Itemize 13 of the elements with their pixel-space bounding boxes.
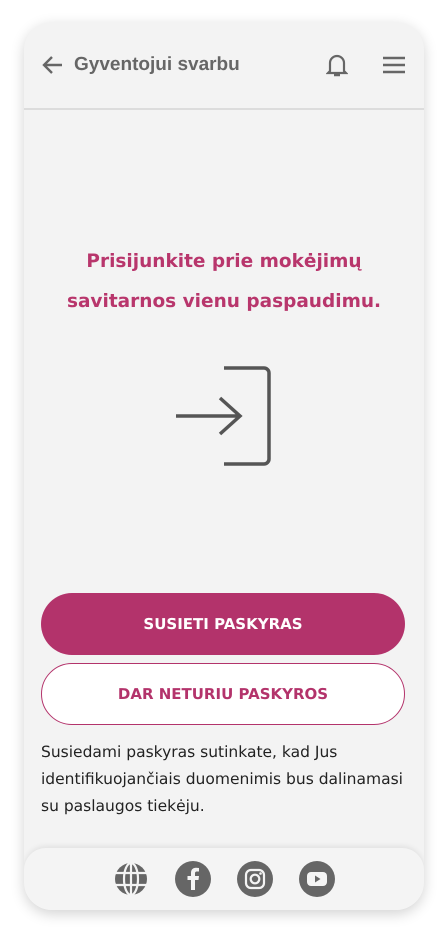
page-title: Gyventojui svarbu (74, 52, 241, 77)
menu-icon[interactable] (382, 55, 406, 75)
play-icon[interactable] (299, 861, 335, 897)
headline: Prisijunkite prie mokėjimų savitarnos vienu paspaudimu. (66, 250, 382, 314)
facebook-icon[interactable] (175, 861, 211, 897)
link-accounts-button[interactable]: SUSIETI PASKYRAS (41, 593, 405, 655)
globe-icon[interactable] (113, 861, 149, 897)
back-icon[interactable] (42, 54, 64, 76)
consent-text: Susiedami paskyras sutinkate, kad Jus identifikuojančiais duomenimis bus dalinamasi su paslaugos tiekėju. (41, 742, 404, 817)
no-account-button[interactable]: DAR NETURIU PASKYROS (41, 663, 405, 725)
login-icon (174, 366, 274, 466)
bell-icon[interactable] (326, 52, 348, 78)
instagram-icon[interactable] (237, 861, 273, 897)
